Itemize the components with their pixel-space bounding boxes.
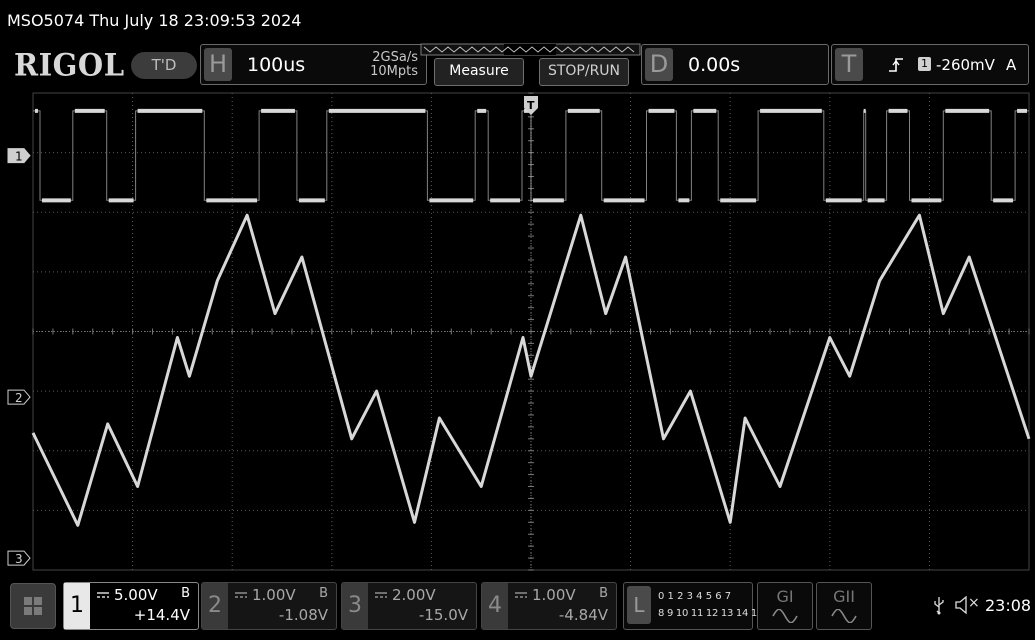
- generator-1-button[interactable]: GI: [757, 582, 813, 630]
- channel-number: 1: [64, 583, 90, 629]
- generator-2-label: GII: [833, 587, 855, 606]
- generator-2-button[interactable]: GII: [816, 582, 872, 630]
- trigger-marker-label: T: [527, 99, 535, 112]
- channel-scale: 1.00V: [532, 586, 576, 604]
- bandwidth-limit-badge: B: [319, 586, 328, 601]
- channel-scale: 1.00V: [252, 586, 296, 604]
- channel-1-panel[interactable]: 1 5.00V B +14.4V: [63, 582, 199, 630]
- channel-number: 2: [202, 583, 228, 629]
- channel-number: 3: [342, 583, 368, 629]
- mute-mark: ×: [968, 595, 980, 611]
- channel-4-panel[interactable]: 4 1.00V B -4.84V: [481, 582, 617, 630]
- generator-1-label: GI: [776, 587, 794, 606]
- sound-mute-button[interactable]: ×: [955, 595, 983, 615]
- channel-3-panel[interactable]: 3 2.00V -15.0V: [341, 582, 477, 630]
- dc-coupling-icon: [515, 592, 527, 598]
- channel-offset: -4.84V: [558, 606, 608, 624]
- dc-coupling-icon: [235, 592, 247, 598]
- status-clock: 23:08: [985, 596, 1032, 615]
- waveform-display[interactable]: 1 2 3 T: [0, 0, 1035, 575]
- logic-channels-8-15: 8 9 10 11 12 13 14 15: [658, 608, 764, 619]
- app-launcher-button[interactable]: [10, 583, 56, 629]
- channel-3-offset-marker[interactable]: 3: [7, 550, 31, 566]
- logic-channels-0-7: 0 1 2 3 4 5 6 7: [658, 591, 732, 602]
- sine-wave-icon: [772, 609, 798, 623]
- bandwidth-limit-badge: B: [181, 586, 190, 601]
- marker-label: 2: [15, 391, 23, 405]
- channel-2-offset-marker[interactable]: 2: [7, 389, 31, 405]
- channel-offset: -15.0V: [418, 606, 468, 624]
- logic-analyzer-panel[interactable]: L 0 1 2 3 4 5 6 7 8 9 10 11 12 13 14 15: [623, 582, 763, 630]
- dc-coupling-icon: [375, 592, 387, 598]
- channel-2-panel[interactable]: 2 1.00V B -1.08V: [201, 582, 337, 630]
- channel-number: 4: [482, 583, 508, 629]
- marker-label: 1: [15, 150, 23, 164]
- channel-1-offset-marker[interactable]: 1: [7, 148, 31, 164]
- sine-wave-icon: [831, 609, 857, 623]
- channel-1-edges: [33, 110, 1029, 201]
- channel-offset: +14.4V: [133, 606, 190, 624]
- logic-tag: L: [627, 586, 651, 624]
- channel-scale: 5.00V: [114, 586, 158, 604]
- channel-offset: -1.08V: [278, 606, 328, 624]
- marker-label: 3: [15, 552, 23, 566]
- bandwidth-limit-badge: B: [599, 586, 608, 601]
- usb-icon: [934, 597, 944, 615]
- grid-menu-icon: [24, 597, 42, 615]
- speaker-muted-icon: [955, 596, 967, 614]
- channel-scale: 2.00V: [392, 586, 436, 604]
- dc-coupling-icon: [97, 592, 109, 598]
